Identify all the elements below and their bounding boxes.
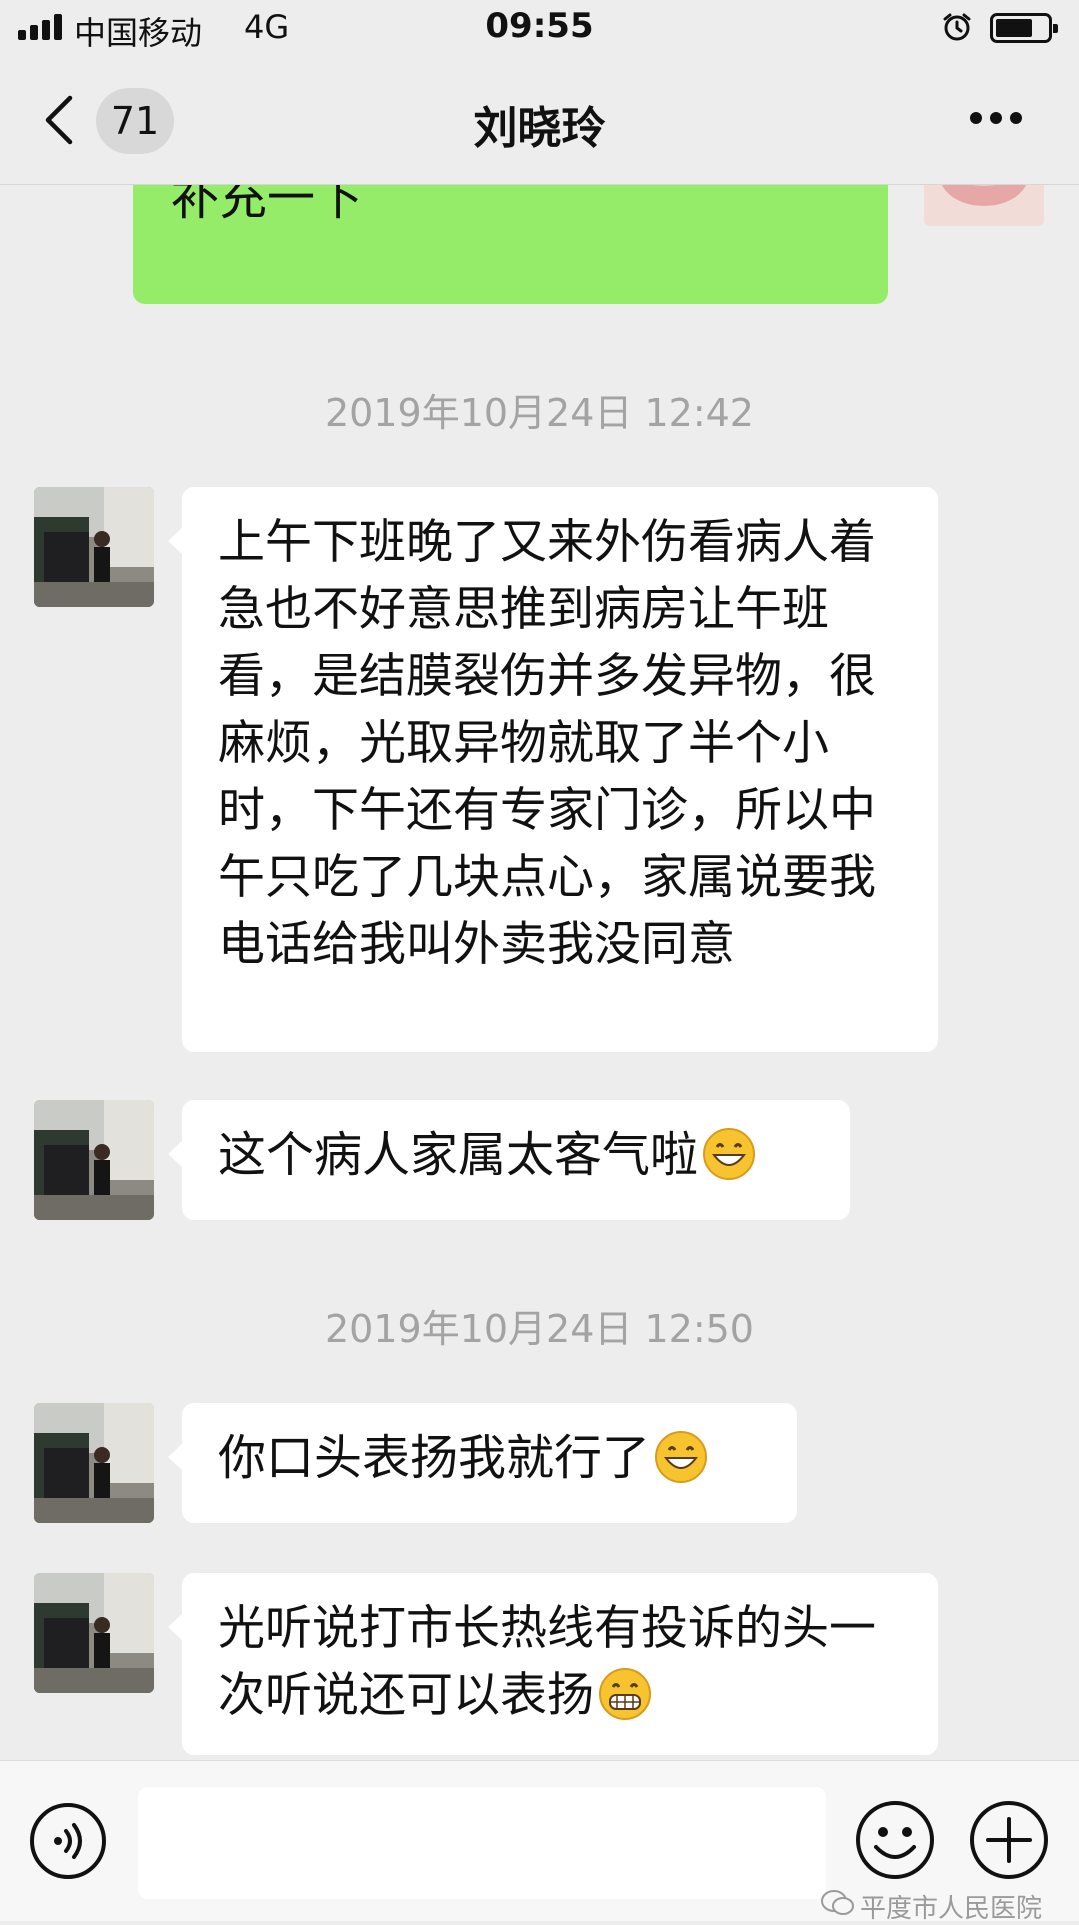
incoming-message-bubble[interactable]: 上午下班晚了又来外伤看病人着急也不好意思推到病房让午班看，是结膜裂伤并多发异物，… — [168, 487, 938, 1052]
incoming-message-text: 你口头表扬我就行了 — [218, 1430, 651, 1486]
emoji-icon[interactable] — [854, 1799, 936, 1881]
chat-header: 71 刘晓玲 — [0, 58, 1079, 185]
my-avatar[interactable] — [924, 184, 1044, 226]
status-bar: 中国移动 4G 09:55 — [0, 0, 1079, 58]
contact-avatar[interactable] — [34, 1403, 154, 1523]
alarm-icon — [943, 13, 971, 41]
watermark: 平度市人民医院 — [860, 1894, 1043, 1924]
incoming-message-text: 这个病人家属太客气啦 — [218, 1127, 699, 1183]
grinning-face-icon — [655, 1431, 708, 1483]
grimacing-face-icon — [599, 1668, 651, 1720]
wechat-logo-icon — [821, 1890, 854, 1915]
add-attachment-icon[interactable] — [968, 1799, 1050, 1881]
more-options-icon[interactable] — [968, 110, 1024, 126]
voice-input-icon[interactable] — [28, 1801, 108, 1881]
battery-icon — [990, 13, 1058, 43]
message-input[interactable] — [138, 1787, 826, 1899]
incoming-message-bubble[interactable]: 光听说打市长热线有投诉的头一次听说还可以表扬 — [168, 1573, 938, 1755]
outgoing-message-bubble[interactable]: 你有时间的话把大体经过再补充一下 — [133, 184, 888, 304]
incoming-message-content: 光听说打市长热线有投诉的头一次听说还可以表扬 — [218, 1595, 898, 1729]
contact-name: 刘晓玲 — [473, 103, 606, 154]
contact-avatar[interactable] — [34, 1100, 154, 1220]
incoming-message-text: 上午下班晚了又来外伤看病人着急也不好意思推到病房让午班看，是结膜裂伤并多发异物，… — [218, 515, 876, 972]
incoming-message-bubble[interactable]: 你口头表扬我就行了 — [168, 1403, 797, 1523]
grinning-face-icon — [703, 1128, 756, 1180]
message-timestamp: 2019年10月24日 12:50 — [324, 1307, 754, 1351]
status-time: 09:55 — [485, 6, 594, 46]
incoming-message-text: 光听说打市长热线有投诉的头一次听说还可以表扬 — [218, 1601, 876, 1723]
contact-avatar[interactable] — [34, 487, 154, 607]
message-list[interactable]: 你有时间的话把大体经过再补充一下 2019年10月24日 12:42 上午下班晚… — [0, 184, 1079, 1760]
outgoing-message-text: 你有时间的话把大体经过再补充一下 — [171, 184, 364, 226]
contact-avatar[interactable] — [34, 1573, 154, 1693]
message-timestamp: 2019年10月24日 12:42 — [324, 391, 754, 435]
incoming-message-bubble[interactable]: 这个病人家属太客气啦 — [168, 1100, 850, 1220]
